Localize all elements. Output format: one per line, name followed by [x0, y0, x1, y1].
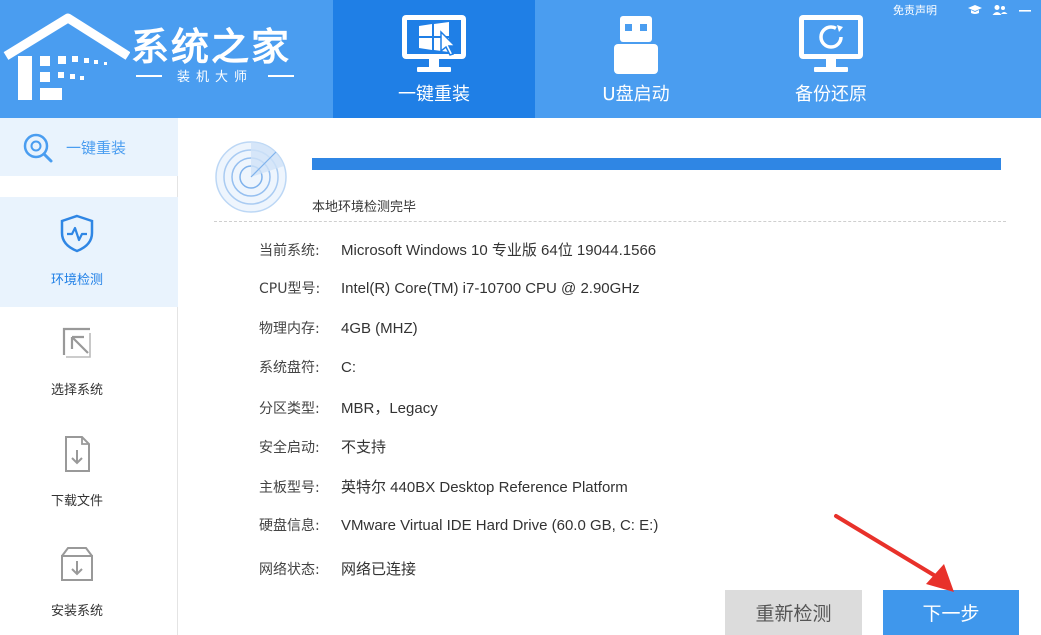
env-check-progress [312, 158, 1001, 170]
info-value: 4GB (MHZ) [341, 320, 418, 337]
next-step-button[interactable]: 下一步 [883, 590, 1019, 635]
restore-monitor-icon [799, 15, 863, 72]
magnifier-refresh-icon [23, 133, 53, 163]
users-icon[interactable] [990, 1, 1010, 19]
minimize-icon[interactable] [1015, 1, 1035, 19]
info-value: 不支持 [341, 439, 387, 456]
sidebar-item-download-files[interactable]: 下载文件 [0, 418, 178, 528]
file-download-icon [65, 436, 90, 472]
info-row-motherboard: 主板型号: 英特尔 440BX Desktop Reference Platfor… [259, 476, 628, 497]
sidebar-item-select-system[interactable]: 选择系统 [0, 307, 178, 417]
info-key: 分区类型: [259, 401, 320, 417]
sidebar-item-install-system[interactable]: 安装系统 [0, 528, 178, 635]
usb-drive-icon [614, 16, 658, 74]
info-key: 网络状态: [259, 562, 320, 578]
sidebar-item-one-key-reinstall[interactable]: 一键重装 [0, 118, 178, 176]
tab-label: 备份还原 [795, 84, 867, 105]
divider [214, 221, 1006, 222]
info-row-cpu: CPU型号: Intel(R) Core(TM) i7-10700 CPU @ 2… [259, 278, 640, 298]
info-row-current-os: 当前系统: Microsoft Windows 10 专业版 64位 19044.… [259, 239, 656, 260]
info-value: C: [341, 359, 356, 376]
shield-pulse-icon [60, 214, 94, 253]
status-text: 本地环境检测完毕 [312, 200, 417, 215]
sidebar-item-label: 选择系统 [50, 383, 103, 398]
info-row-partition-type: 分区类型: MBR，Legacy [259, 397, 438, 418]
info-row-secure-boot: 安全启动: 不支持 [259, 436, 386, 457]
info-value: 英特尔 440BX Desktop Reference Platform [341, 479, 628, 496]
cursor-select-icon [62, 327, 91, 358]
info-row-disk: 硬盘信息: VMware Virtual IDE Hard Drive (60.0… [259, 515, 658, 535]
windows-monitor-icon [402, 15, 466, 72]
house-logo-icon [3, 13, 130, 100]
info-key: 当前系统: [259, 243, 320, 259]
graduation-cap-icon[interactable] [965, 1, 985, 19]
info-key: 主板型号: [259, 480, 320, 496]
info-key: 系统盘符: [259, 360, 320, 376]
info-row-memory: 物理内存: 4GB (MHZ) [259, 318, 418, 338]
disclaimer-link[interactable]: 免责声明 [893, 2, 937, 18]
info-value: VMware Virtual IDE Hard Drive (60.0 GB, … [341, 517, 659, 534]
sidebar-item-label: 环境检测 [50, 273, 103, 288]
info-row-system-drive: 系统盘符: C: [259, 357, 356, 377]
tab-label: U盘启动 [602, 84, 670, 105]
tab-label: 一键重装 [398, 84, 470, 105]
info-row-network: 网络状态: 网络已连接 [259, 558, 416, 579]
logo-title: 系统之家 [131, 25, 292, 69]
sidebar-top-label: 一键重装 [66, 139, 127, 157]
info-key: 安全启动: [259, 440, 320, 456]
sidebar-item-label: 下载文件 [50, 494, 103, 509]
radar-scan-icon [215, 141, 287, 213]
info-value: Microsoft Windows 10 专业版 64位 19044.1566 [341, 242, 657, 259]
info-value: MBR，Legacy [341, 400, 438, 417]
info-key: 物理内存: [259, 321, 320, 337]
tab-one-key-reinstall[interactable]: 一键重装 [333, 0, 535, 118]
sidebar-item-env-check[interactable]: 环境检测 [0, 197, 178, 307]
tab-usb-boot[interactable]: U盘启动 [535, 0, 737, 118]
sidebar: 一键重装 环境检测 选择系统 下载文件 安装系统 [0, 118, 178, 635]
app-logo: 系统之家 装机大师 [0, 0, 320, 118]
progress-fill [312, 158, 1001, 170]
info-key: CPU型号: [259, 281, 321, 297]
window-topbar: 免责声明 [893, 0, 1041, 20]
recheck-button[interactable]: 重新检测 [725, 590, 862, 635]
red-arrow-annotation [834, 514, 954, 592]
logo-subtitle: 装机大师 [136, 66, 294, 85]
info-value: Intel(R) Core(TM) i7-10700 CPU @ 2.90GHz [341, 280, 640, 297]
app-header: 系统之家 装机大师 一键重装 U盘启动 备份还原 免责声明 [0, 0, 1041, 118]
info-key: 硬盘信息: [259, 518, 320, 534]
sidebar-item-label: 安装系统 [50, 604, 103, 619]
info-value: 网络已连接 [341, 561, 417, 578]
install-box-icon [61, 547, 93, 581]
